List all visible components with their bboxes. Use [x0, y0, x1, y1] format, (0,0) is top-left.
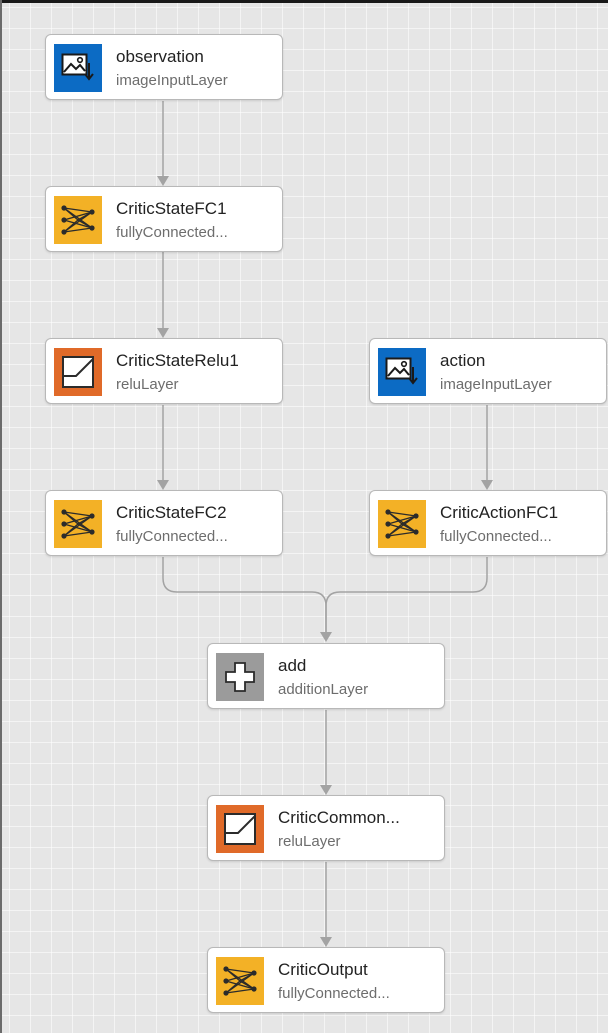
arrowhead-criticoutput: [320, 937, 332, 947]
node-name: CriticStateFC2: [116, 503, 227, 522]
fully-connected-icon: [216, 957, 264, 1005]
node-type: fullyConnected...: [116, 528, 228, 545]
node-action[interactable]: action imageInputLayer: [369, 338, 607, 404]
arrowhead-criticcommon: [320, 785, 332, 795]
node-name: CriticStateFC1: [116, 199, 227, 218]
layer-graph-canvas[interactable]: observation imageInputLayer CriticStateF…: [0, 0, 608, 1033]
fully-connected-icon: [378, 500, 426, 548]
node-criticstaterelu1[interactable]: CriticStateRelu1 reluLayer: [45, 338, 283, 404]
node-criticactionfc1[interactable]: CriticActionFC1 fullyConnected...: [369, 490, 607, 556]
node-type: reluLayer: [116, 376, 179, 393]
node-criticoutput[interactable]: CriticOutput fullyConnected...: [207, 947, 445, 1013]
fully-connected-icon: [54, 196, 102, 244]
arrowhead-criticactionfc1: [481, 480, 493, 490]
node-name: add: [278, 656, 307, 675]
node-type: fullyConnected...: [440, 528, 552, 545]
edge-criticactionfc1-to-add: [325, 557, 488, 632]
node-criticstatefc1[interactable]: CriticStateFC1 fullyConnected...: [45, 186, 283, 252]
node-type: fullyConnected...: [278, 985, 390, 1002]
node-name: CriticActionFC1: [440, 503, 559, 522]
node-type: additionLayer: [278, 681, 369, 698]
arrowhead-criticstatefc2: [157, 480, 169, 490]
arrowhead-criticstatefc1: [157, 176, 169, 186]
node-name: action: [440, 351, 486, 370]
relu-icon: [216, 805, 264, 853]
node-observation[interactable]: observation imageInputLayer: [45, 34, 283, 100]
node-add[interactable]: add additionLayer: [207, 643, 445, 709]
node-type: imageInputLayer: [116, 72, 228, 89]
node-name: observation: [116, 47, 204, 66]
arrowhead-add: [320, 632, 332, 642]
fully-connected-icon: [54, 500, 102, 548]
node-name: CriticCommon...: [278, 808, 400, 827]
addition-icon: [216, 653, 264, 701]
arrowhead-criticstaterelu1: [157, 328, 169, 338]
node-name: CriticStateRelu1: [116, 351, 239, 370]
relu-icon: [54, 348, 102, 396]
image-input-icon: [378, 348, 426, 396]
node-criticstatefc2[interactable]: CriticStateFC2 fullyConnected...: [45, 490, 283, 556]
node-criticcommon[interactable]: CriticCommon... reluLayer: [207, 795, 445, 861]
image-input-icon: [54, 44, 102, 92]
node-type: reluLayer: [278, 833, 341, 850]
node-name: CriticOutput: [278, 960, 368, 979]
node-type: fullyConnected...: [116, 224, 228, 241]
node-type: imageInputLayer: [440, 376, 552, 393]
edge-criticstatefc2-to-add: [162, 557, 327, 632]
